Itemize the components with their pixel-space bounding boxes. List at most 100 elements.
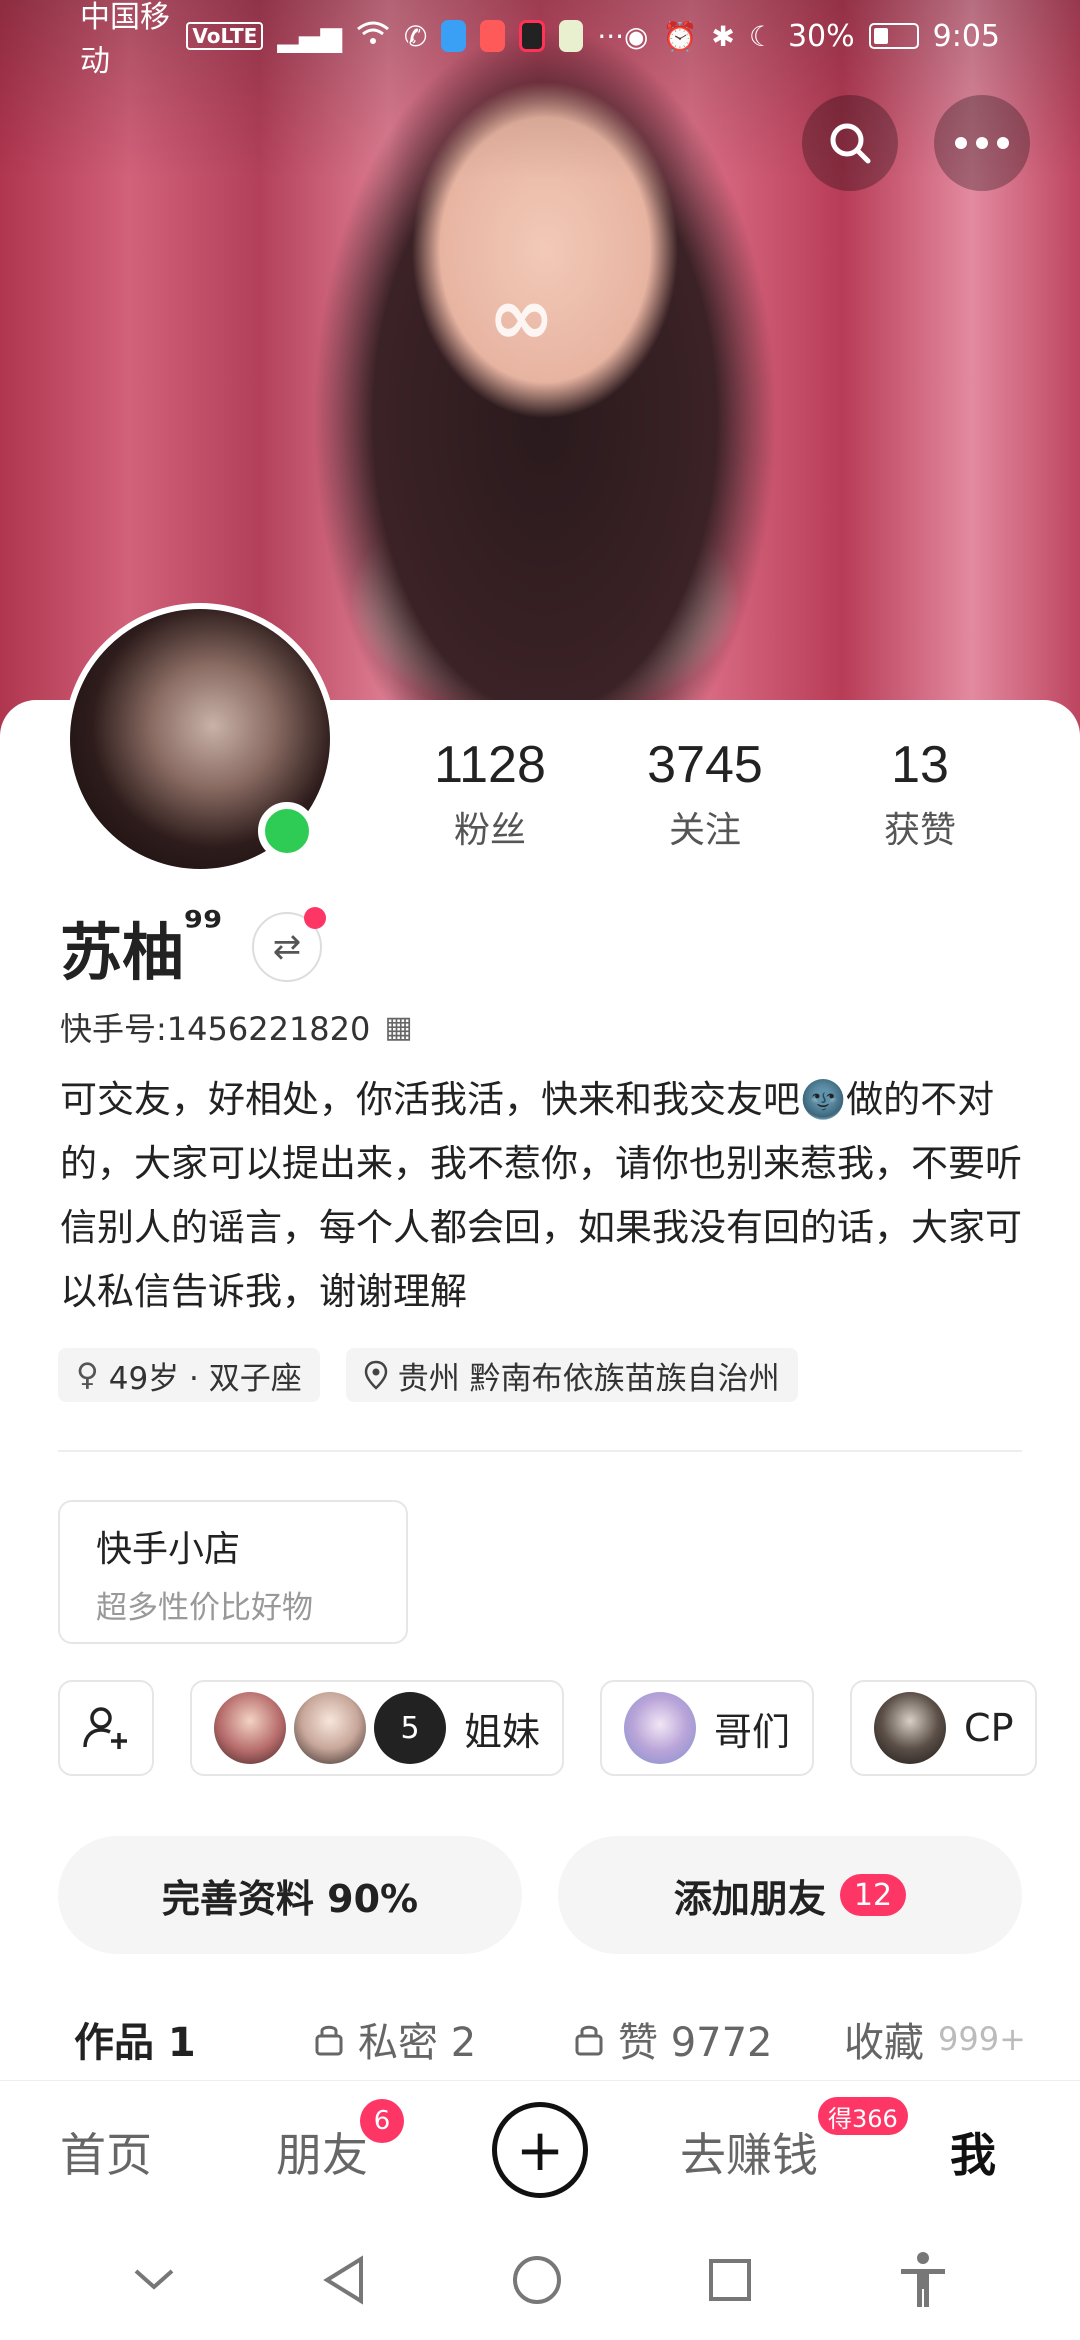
sisters-chip[interactable]: 5 姐妹 — [190, 1680, 565, 1776]
profile-name-suffix: ⁹⁹ — [184, 902, 223, 953]
more-icon — [955, 137, 1009, 149]
app-icon — [441, 20, 467, 52]
likes-count: 13 — [891, 736, 949, 794]
plus-icon: + — [515, 2116, 565, 2184]
avatar — [624, 1692, 697, 1764]
more-button[interactable] — [934, 95, 1030, 191]
shop-title: 快手小店 — [96, 1529, 241, 1570]
following-stat[interactable]: 3745 关注 — [615, 735, 795, 853]
app-icon — [480, 20, 505, 52]
accessibility-icon[interactable] — [898, 2251, 948, 2309]
profile-actions: 完善资料 90% 添加朋友 12 — [58, 1836, 1022, 1954]
back-icon[interactable] — [321, 2255, 367, 2305]
female-icon: ♀ — [76, 1357, 99, 1393]
notification-dot — [304, 907, 326, 929]
tab-private-label: 私密 2 — [358, 2020, 477, 2066]
add-relationship-button[interactable] — [58, 1680, 154, 1776]
profile-name: 苏柚⁹⁹ — [60, 902, 223, 992]
bluetooth-icon: ✱ — [711, 19, 735, 53]
tab-likes-label: 赞 9772 — [618, 2020, 773, 2066]
add-user-icon — [83, 1707, 127, 1749]
system-nav-bar — [0, 2220, 1080, 2340]
alarm-icon: ⏰ — [662, 19, 698, 53]
friends-badge: 6 — [360, 2099, 404, 2143]
earn-badge: 得366 — [818, 2097, 908, 2135]
profile-bio: 可交友，好相处，你活我活，快来和我交友吧🌚做的不对的，大家可以提出来，我不惹你，… — [60, 1078, 1022, 1313]
tab-works[interactable]: 作品 1 — [74, 2010, 314, 2068]
switch-icon: ⇄ — [272, 927, 302, 967]
age-zodiac-tag: ♀ 49岁 · 双子座 — [58, 1348, 320, 1402]
search-button[interactable] — [802, 95, 898, 191]
sisters-count: 5 — [374, 1692, 446, 1764]
brothers-chip[interactable]: 哥们 — [600, 1680, 815, 1776]
tab-likes[interactable]: 赞 9772 — [574, 2010, 844, 2068]
eye-icon: ◉ — [624, 19, 649, 53]
battery-icon — [868, 23, 919, 49]
nav-friends[interactable]: 朋友 — [276, 2119, 368, 2185]
nav-me[interactable]: 我 — [950, 2119, 996, 2185]
online-status-dot — [258, 802, 316, 860]
profile-tags: ♀ 49岁 · 双子座 贵州 黔南布依族苗族自治州 — [58, 1348, 798, 1402]
tab-favorites-count: 999+ — [938, 2020, 1026, 2058]
wifi-icon — [356, 20, 390, 53]
divider — [58, 1450, 1022, 1452]
likes-stat[interactable]: 13 获赞 — [830, 735, 1010, 853]
volte-badge: VoLTE — [186, 22, 264, 50]
nav-home[interactable]: 首页 — [60, 2119, 152, 2185]
following-label: 关注 — [668, 810, 741, 851]
search-icon — [830, 123, 871, 164]
avatar — [874, 1692, 947, 1764]
kuaishou-shop-card[interactable]: 快手小店 超多性价比好物 — [58, 1500, 408, 1644]
content-tabs: 作品 1 私密 2 赞 9772 收藏 999+ — [74, 2010, 1054, 2068]
cp-chip[interactable]: CP — [850, 1680, 1038, 1776]
status-bar: 中国移动 VoLTE ▂▄▆ ✆ ··· ◉ ⏰ ✱ ☾ 30% 9:05 — [0, 0, 1080, 79]
relationship-chips: 5 姐妹 哥们 CP — [58, 1680, 1038, 1776]
location-pin-icon — [364, 1360, 387, 1390]
signal-icon: ▂▄▆ — [277, 19, 342, 53]
avatar — [294, 1692, 366, 1764]
recents-square-icon[interactable] — [707, 2257, 753, 2303]
complete-profile-label: 完善资料 90% — [161, 1876, 419, 1921]
more-dots-icon: ··· — [597, 19, 625, 53]
battery-percent: 30% — [787, 18, 855, 54]
profile-stats: 1128 粉丝 3745 关注 13 获赞 — [400, 735, 1010, 853]
tab-works-label: 作品 1 — [74, 2020, 196, 2066]
qr-code-icon[interactable]: ▦ — [384, 1010, 412, 1045]
add-friends-label: 添加朋友 — [673, 1876, 826, 1921]
carrier-label: 中国移动 — [80, 0, 170, 79]
avatar — [214, 1692, 286, 1764]
sisters-label: 姐妹 — [464, 1709, 541, 1754]
app-icon — [558, 20, 584, 52]
brothers-label: 哥们 — [714, 1709, 791, 1754]
location-label: 贵州 黔南布依族苗族自治州 — [397, 1360, 780, 1397]
tab-favorites[interactable]: 收藏 999+ — [844, 2010, 1026, 2068]
tab-private[interactable]: 私密 2 — [314, 2010, 574, 2068]
age-zodiac-label: 49岁 · 双子座 — [108, 1360, 302, 1397]
infinity-icon: ∞ — [488, 270, 555, 363]
followers-count: 1128 — [434, 736, 546, 794]
nav-earn[interactable]: 去赚钱 — [680, 2119, 818, 2185]
home-circle-icon[interactable] — [511, 2254, 563, 2306]
profile-name-text: 苏柚 — [60, 916, 185, 989]
add-friends-button[interactable]: 添加朋友 12 — [558, 1836, 1022, 1954]
clock: 9:05 — [932, 18, 1000, 54]
location-tag: 贵州 黔南布依族苗族自治州 — [345, 1348, 798, 1402]
followers-label: 粉丝 — [453, 810, 526, 851]
moon-icon: ☾ — [748, 19, 774, 53]
kuaishou-id-text: 快手号:1456221820 — [60, 1010, 371, 1048]
tab-favorites-label: 收藏 — [844, 2020, 924, 2066]
add-friends-badge: 12 — [839, 1874, 907, 1916]
lock-icon — [315, 2025, 343, 2056]
kuaishou-id[interactable]: 快手号:1456221820 ▦ — [60, 1004, 413, 1050]
create-button[interactable]: + — [492, 2102, 588, 2198]
likes-label: 获赞 — [883, 810, 956, 851]
missed-call-icon: ✆ — [403, 19, 428, 53]
cp-label: CP — [964, 1706, 1014, 1750]
complete-profile-button[interactable]: 完善资料 90% — [58, 1836, 522, 1954]
app-icon — [518, 20, 545, 52]
followers-stat[interactable]: 1128 粉丝 — [400, 735, 580, 853]
following-count: 3745 — [647, 736, 763, 794]
lock-icon — [575, 2025, 603, 2056]
shop-subtitle: 超多性价比好物 — [96, 1590, 313, 1626]
chevron-down-icon[interactable] — [132, 2267, 176, 2293]
